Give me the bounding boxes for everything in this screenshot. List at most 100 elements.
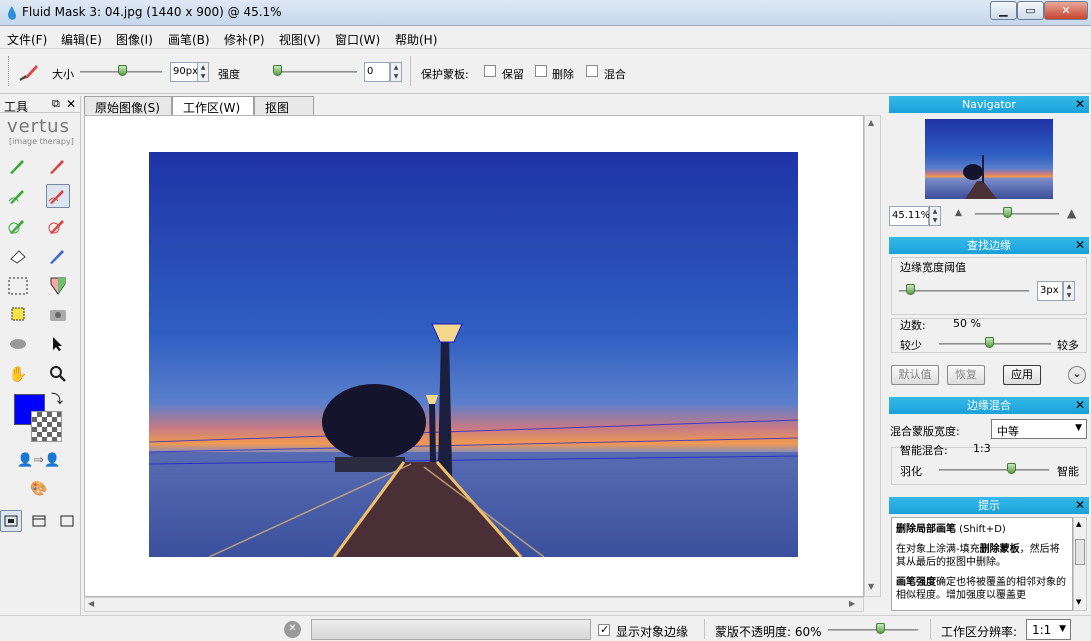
keep-local-brush-tool[interactable] [6, 184, 30, 208]
red-brush-icon [50, 160, 64, 174]
find-edges-panel: 查找边缘 ✕ 边缘宽度阈值 3px ▲ ▼ 边数: 50 % 较少 较多 默认值 恢… [889, 237, 1089, 393]
smudge-tool[interactable] [6, 332, 30, 356]
close-panel-icon[interactable]: ✕ [66, 97, 76, 111]
delete-fill-tool[interactable] [46, 214, 70, 238]
resolution-select[interactable]: 1:1 ▼ [1026, 619, 1071, 640]
hint-scrollbar[interactable]: ▲ ▼ [1073, 517, 1087, 611]
menu-edit[interactable]: 编辑(E) [61, 31, 102, 48]
menu-view[interactable]: 视图(V) [279, 31, 321, 48]
zoom-tool[interactable] [46, 362, 70, 386]
more-label: 较多 [1057, 339, 1079, 352]
menu-brush[interactable]: 画笔(B) [168, 31, 210, 48]
strength-slider-track[interactable] [273, 71, 357, 73]
minimize-button[interactable]: ▁ [990, 1, 1017, 20]
menu-window[interactable]: 窗口(W) [335, 31, 380, 48]
smart-blend-slider-thumb[interactable] [1007, 463, 1016, 474]
strength-spinner[interactable]: ▲ ▼ [390, 62, 402, 82]
size-slider-thumb[interactable] [118, 65, 127, 76]
size-input[interactable]: 90px [170, 62, 198, 82]
tab-original[interactable]: 原始图像(S) [84, 96, 172, 115]
transparency-swatch[interactable] [31, 411, 62, 442]
strength-slider-thumb[interactable] [273, 65, 282, 76]
horizontal-scrollbar[interactable]: ◀ ▶ [84, 597, 864, 612]
edited-photo[interactable] [149, 152, 798, 557]
scroll-left-icon[interactable]: ◀ [88, 599, 94, 608]
zoom-slider-track[interactable] [975, 213, 1059, 215]
blend-brush-tool[interactable] [46, 244, 70, 268]
view-mode-2[interactable] [28, 510, 50, 532]
maximize-button[interactable]: ▭ [1017, 1, 1044, 20]
menu-patch[interactable]: 修补(P) [224, 31, 265, 48]
smart-blend-slider-track[interactable] [939, 469, 1049, 471]
delete-checkbox[interactable] [535, 65, 547, 77]
pen-tool[interactable] [46, 274, 70, 298]
zoom-out-icon[interactable]: ▲ [955, 208, 962, 218]
keep-brush-tool[interactable] [6, 154, 30, 178]
delete-brush-tool[interactable] [46, 154, 70, 178]
threshold-slider-thumb[interactable] [906, 284, 915, 295]
threshold-spinner[interactable]: ▲ ▼ [1063, 281, 1075, 301]
tab-cutout[interactable]: 抠图(C) [254, 96, 314, 130]
zoom-spinner[interactable]: ▲ ▼ [929, 206, 941, 226]
blend-width-select[interactable]: 中等 ▼ [991, 419, 1087, 439]
keep-checkbox[interactable] [484, 65, 496, 77]
zoom-slider-thumb[interactable] [1003, 207, 1012, 218]
size-spinner[interactable]: ▲ ▼ [197, 62, 209, 82]
keep-fill-tool[interactable] [6, 214, 30, 238]
snapshot-tool[interactable] [46, 302, 70, 326]
hand-tool[interactable]: ✋ [6, 362, 30, 386]
mask-opacity-slider-thumb[interactable] [876, 623, 885, 634]
workspace-canvas[interactable] [84, 115, 864, 597]
delete-brush-icon [19, 65, 38, 81]
edge-blend-close-icon[interactable]: ✕ [1075, 397, 1085, 414]
blend-checkbox[interactable] [586, 65, 598, 77]
tools-panel: 工具 ⧉ ✕ vertus [image therapy] ✋ ⤵ 👤⇒👤 🎨 [0, 96, 81, 641]
view-mode-1[interactable] [0, 510, 22, 532]
restore-button[interactable]: 恢复 [947, 365, 985, 385]
strength-input[interactable]: 0 [364, 62, 390, 82]
edge-count-slider-thumb[interactable] [985, 337, 994, 348]
cancel-progress-icon[interactable]: ✕ [284, 621, 301, 638]
hint-scroll-thumb[interactable] [1075, 539, 1085, 565]
scroll-down-icon[interactable]: ▼ [868, 582, 874, 591]
navigator-close-icon[interactable]: ✕ [1075, 96, 1085, 113]
compare-icon[interactable]: 👤⇒👤 [17, 453, 61, 471]
red-local-brush-icon [48, 190, 64, 204]
mask-opacity-label: 蒙版不透明度: 60% [715, 625, 822, 639]
zoom-in-icon[interactable]: ▲ [1067, 206, 1076, 220]
zoom-input[interactable]: 45.11% [889, 206, 930, 226]
smart-blend-label: 智能混合: [900, 444, 948, 457]
float-panel-icon[interactable]: ⧉ [52, 97, 60, 111]
mask-opacity-slider-track[interactable] [828, 629, 918, 631]
view-mode-3[interactable] [56, 510, 78, 532]
menu-image[interactable]: 图像(I) [116, 31, 153, 48]
view-mode-2-icon [32, 515, 46, 527]
show-edges-checkbox[interactable] [598, 623, 610, 636]
eraser-tool[interactable] [6, 244, 30, 268]
swap-colors-icon[interactable]: ⤵ [51, 390, 63, 407]
find-edges-close-icon[interactable]: ✕ [1075, 237, 1085, 254]
close-button[interactable]: ✕ [1044, 1, 1088, 20]
default-button[interactable]: 默认值 [891, 365, 939, 385]
apply-button[interactable]: 应用 [1003, 365, 1041, 385]
threshold-input[interactable]: 3px [1037, 281, 1063, 301]
hint-scroll-down-icon[interactable]: ▼ [1076, 598, 1081, 606]
hint-scroll-up-icon[interactable]: ▲ [1076, 520, 1081, 528]
edge-count-slider-track[interactable] [939, 343, 1051, 345]
vertical-scrollbar[interactable]: ▲ ▼ [864, 115, 881, 597]
expand-options-icon[interactable]: ⌄ [1068, 366, 1086, 384]
menu-file[interactable]: 文件(F) [7, 31, 47, 48]
scroll-up-icon[interactable]: ▲ [868, 118, 874, 127]
scroll-right-icon[interactable]: ▶ [849, 599, 855, 608]
select-tool[interactable] [46, 332, 70, 356]
hint-close-icon[interactable]: ✕ [1075, 497, 1085, 514]
threshold-slider-track[interactable] [899, 290, 1029, 292]
tab-workspace[interactable]: 工作区(W) [172, 96, 254, 116]
navigator-thumbnail[interactable] [925, 119, 1053, 199]
palette-icon[interactable]: 🎨 [30, 481, 47, 497]
marquee-tool[interactable] [6, 274, 30, 298]
menu-help[interactable]: 帮助(H) [395, 31, 437, 48]
delete-local-brush-tool[interactable] [46, 184, 70, 208]
patch-tool[interactable] [6, 302, 30, 326]
size-label: 大小 [52, 68, 74, 81]
